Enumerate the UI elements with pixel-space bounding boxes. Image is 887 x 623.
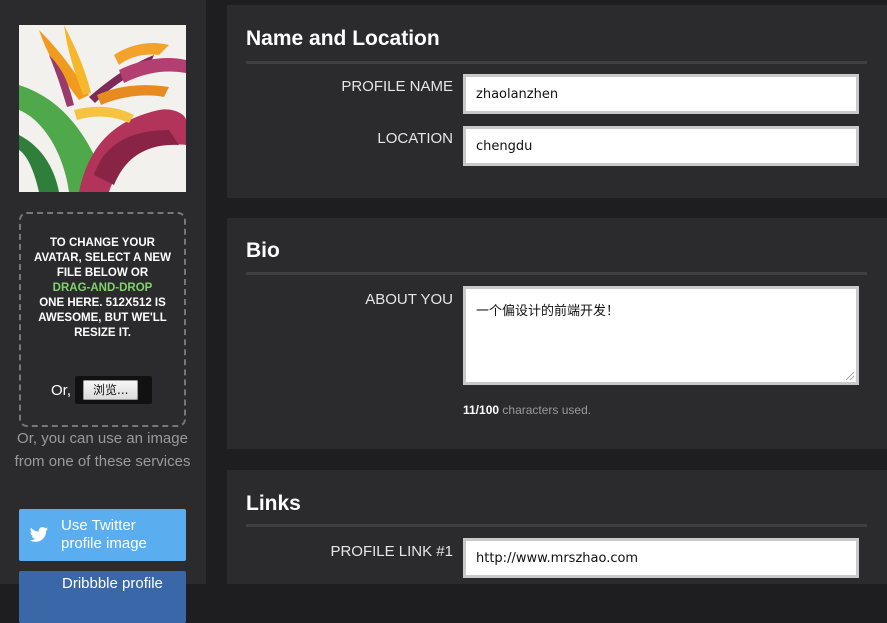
about-you-textarea[interactable]: 一个偏设计的前端开发！ xyxy=(463,286,859,385)
avatar-dropzone[interactable]: To change your avatar, select a new file… xyxy=(19,212,186,427)
location-input[interactable]: chengdu xyxy=(463,126,859,166)
section-title-links: Links xyxy=(246,492,301,515)
section-title-bio: Bio xyxy=(246,239,280,262)
about-you-label: About You xyxy=(365,291,453,308)
or-label: Or, xyxy=(51,381,72,399)
about-you-value: 一个偏设计的前端开发！ xyxy=(476,304,620,319)
profile-link-1-input[interactable]: http://www.mrszhao.com xyxy=(463,538,859,578)
profile-link-1-value: http://www.mrszhao.com xyxy=(476,550,639,566)
name-location-panel: Name and Location Profile Name zhaolanzh… xyxy=(227,5,887,198)
section-divider xyxy=(246,61,867,64)
profile-name-value: zhaolanzhen xyxy=(476,86,559,102)
twitter-icon xyxy=(29,527,49,542)
character-count-value: 11/100 xyxy=(463,403,500,417)
file-input-wrapper: 浏览... xyxy=(75,376,153,404)
section-title-name-location: Name and Location xyxy=(246,27,440,50)
bio-panel: Bio About You 一个偏设计的前端开发！ 11/100 charact… xyxy=(227,218,887,449)
drag-and-drop-label: drag-and-drop xyxy=(52,282,153,294)
character-counter: 11/100 characters used. xyxy=(463,403,591,417)
avatar-image xyxy=(19,25,186,192)
profile-name-label: Profile Name xyxy=(341,78,453,95)
location-value: chengdu xyxy=(476,138,533,154)
links-panel: Links Profile Link #1 http://www.mrszhao… xyxy=(227,470,887,584)
location-label: Location xyxy=(377,130,453,147)
section-divider xyxy=(246,524,867,527)
twitter-button-label: Use Twitter profile image xyxy=(61,517,147,552)
resize-handle-icon[interactable] xyxy=(846,372,854,380)
sidebar: To change your avatar, select a new file… xyxy=(0,0,206,623)
dropzone-text-2: one here. 512x512 is awesome, but we'll … xyxy=(38,297,167,339)
character-count-suffix: characters used. xyxy=(502,403,592,417)
file-picker-row: Or, 浏览... xyxy=(51,376,153,404)
use-dribbble-image-button[interactable]: Dribbble profile xyxy=(19,571,186,623)
browse-button[interactable]: 浏览... xyxy=(83,380,139,400)
section-divider xyxy=(246,272,867,275)
profile-link-1-label: Profile Link #1 xyxy=(330,543,453,560)
alternative-services-text: Or, you can use an image from one of the… xyxy=(14,430,191,470)
dropzone-instructions: To change your avatar, select a new file… xyxy=(31,236,174,341)
dropzone-text: To change your avatar, select a new file… xyxy=(34,237,171,279)
use-twitter-image-button[interactable]: Use Twitter profile image xyxy=(19,509,186,561)
profile-name-input[interactable]: zhaolanzhen xyxy=(463,74,859,114)
bird-of-paradise-illustration xyxy=(19,25,186,192)
